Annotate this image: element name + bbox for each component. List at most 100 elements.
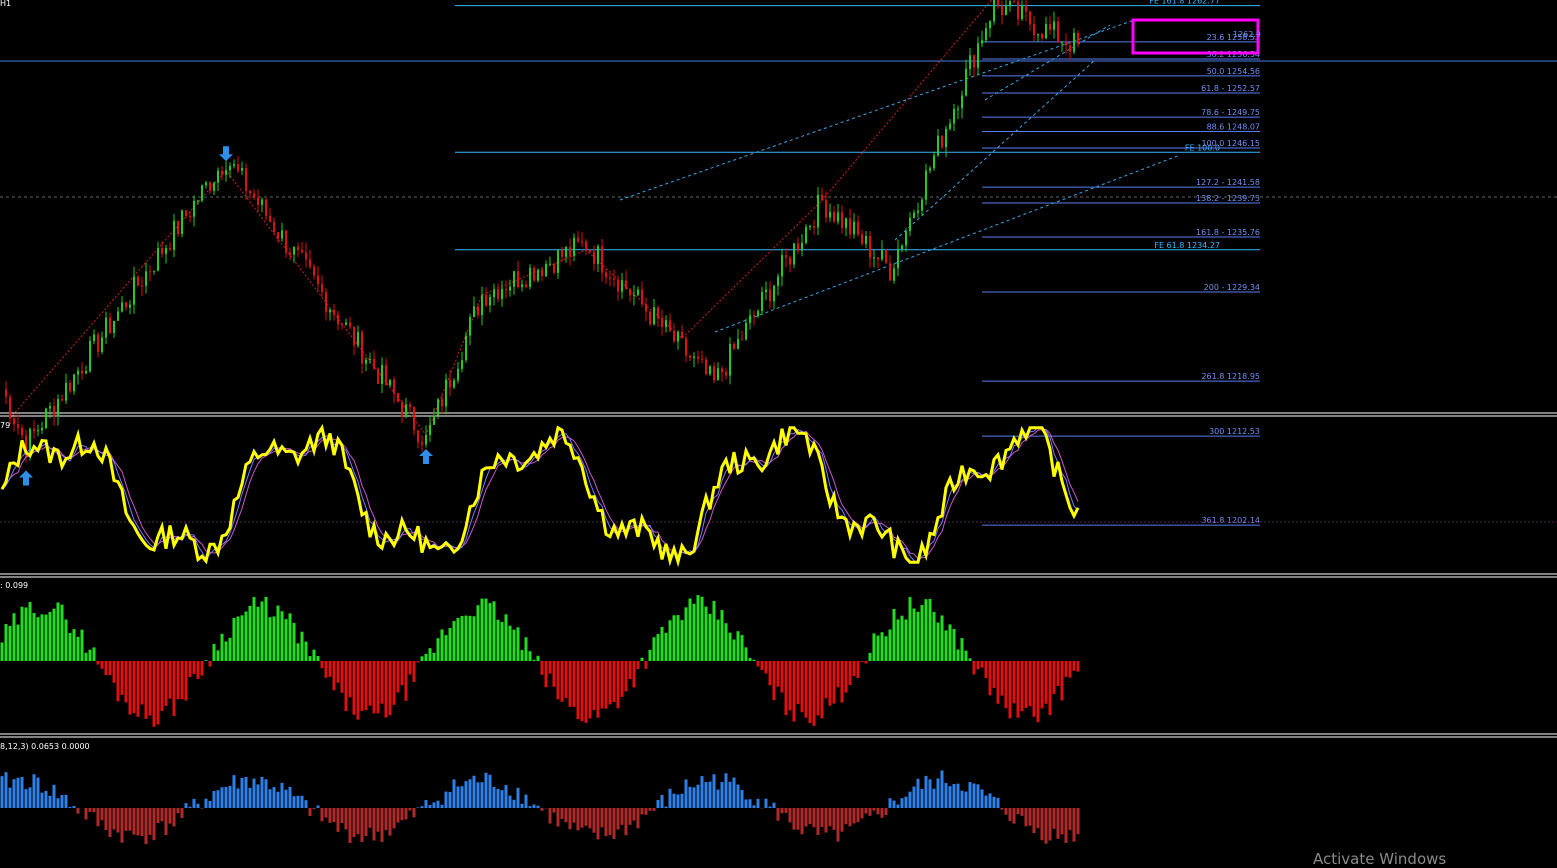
candle-body: [569, 246, 571, 256]
candle-body: [537, 269, 539, 281]
oscillator-bar: [788, 661, 792, 711]
candle-body: [697, 356, 699, 359]
macd-bar: [784, 808, 788, 813]
oscillator-bar: [200, 661, 204, 676]
oscillator-bar: [708, 613, 712, 661]
candle-body: [941, 135, 943, 148]
candle-body: [909, 217, 911, 232]
candle-body: [709, 366, 711, 375]
candle-body: [605, 272, 607, 278]
candle-body: [857, 221, 859, 235]
macd-bar: [316, 805, 320, 808]
oscillator-bar: [832, 661, 836, 704]
macd-bar: [560, 808, 564, 819]
macd-bar: [636, 808, 640, 829]
candle-body: [1069, 45, 1071, 52]
macd-bar: [88, 808, 92, 812]
candle-body: [793, 243, 795, 265]
macd-bar: [1036, 808, 1040, 829]
oscillator-bar: [824, 661, 828, 699]
candle-body: [609, 277, 611, 279]
macd-bar: [1064, 808, 1068, 843]
candle-body: [417, 430, 419, 443]
oscillator-bar: [440, 629, 444, 661]
oscillator-bar: [492, 601, 496, 661]
macd-bar: [1032, 808, 1036, 834]
candle-body: [273, 221, 275, 233]
oscillator-bar: [600, 661, 604, 709]
candle-body: [261, 199, 263, 205]
macd-bar: [236, 788, 240, 808]
macd-bar: [324, 808, 328, 818]
candle-body: [841, 212, 843, 229]
macd-bar: [792, 808, 796, 830]
oscillator-bar: [408, 661, 412, 675]
oscillator-bar: [148, 661, 152, 716]
candle-body: [237, 164, 239, 171]
candle-body: [933, 155, 935, 169]
channel-line: [894, 59, 1096, 241]
macd-bar: [352, 808, 356, 838]
candle-body: [1033, 24, 1035, 36]
fib-level-lines: 23.6 1258.5338.2 1256.5450.0 1254.5661.8…: [982, 33, 1260, 526]
macd-bar: [420, 806, 424, 808]
oscillator-bar: [692, 603, 696, 661]
macd-bar: [992, 796, 996, 808]
candle-body: [109, 317, 111, 333]
macd-bar: [20, 776, 24, 808]
candle-body: [829, 211, 831, 218]
oscillator-bar: [784, 661, 788, 716]
macd-bar: [708, 781, 712, 808]
oscillator-bar: [1008, 661, 1012, 719]
macd-bar: [824, 808, 828, 833]
candle-body: [641, 289, 643, 305]
oscillator-pane[interactable]: : 0.099: [0, 581, 1080, 727]
oscillator-bar: [140, 661, 144, 705]
oscillator-bar: [844, 661, 848, 693]
candle-body: [161, 247, 163, 254]
macd-bar: [1024, 808, 1028, 827]
oscillator-bar: [820, 661, 824, 719]
candle-body: [41, 427, 43, 431]
oscillator-bar: [52, 608, 56, 661]
macd-bar: [520, 803, 524, 808]
oscillator-bar: [380, 661, 384, 704]
candle-body: [721, 368, 723, 373]
macd-bar: [152, 808, 156, 841]
candle-body: [501, 289, 503, 300]
macd-bar: [68, 807, 72, 808]
macd-bar: [488, 774, 492, 808]
macd-bar: [36, 777, 40, 808]
trading-chart[interactable]: H1 FE 161.8 1262.77FE 100.0FE 61.8 1234.…: [0, 0, 1557, 868]
oscillator-bar: [460, 615, 464, 661]
macd-bar: [956, 783, 960, 808]
macd-bar: [344, 808, 348, 830]
macd-bar: [596, 808, 600, 840]
oscillator-bar: [944, 630, 948, 661]
macd-bar: [676, 794, 680, 808]
macd-bar: [776, 808, 780, 821]
oscillator-bar: [76, 636, 80, 661]
oscillator-label: : 0.099: [0, 581, 28, 590]
macd-bar: [232, 775, 236, 808]
oscillator-bar: [216, 650, 220, 661]
candle-body: [661, 318, 663, 328]
macd-bar: [600, 808, 604, 828]
macd-pane[interactable]: 8,12,3) 0.0653 0.0000: [0, 742, 1080, 845]
macd-bar: [220, 787, 224, 808]
candle-body: [993, 0, 995, 22]
candle-body: [885, 250, 887, 264]
oscillator-bar: [920, 604, 924, 661]
candle-body: [497, 289, 499, 300]
candle-body: [129, 304, 131, 308]
candle-body: [453, 380, 455, 388]
macd-bar: [832, 808, 836, 830]
macd-bar: [120, 808, 124, 843]
stochastic-pane[interactable]: 79: [0, 421, 1557, 568]
candle-body: [433, 415, 435, 425]
oscillator-bar: [1000, 661, 1004, 696]
oscillator-bar: [536, 655, 540, 661]
macd-bar: [156, 808, 160, 824]
oscillator-bar: [760, 661, 764, 671]
oscillator-bar: [836, 661, 840, 688]
